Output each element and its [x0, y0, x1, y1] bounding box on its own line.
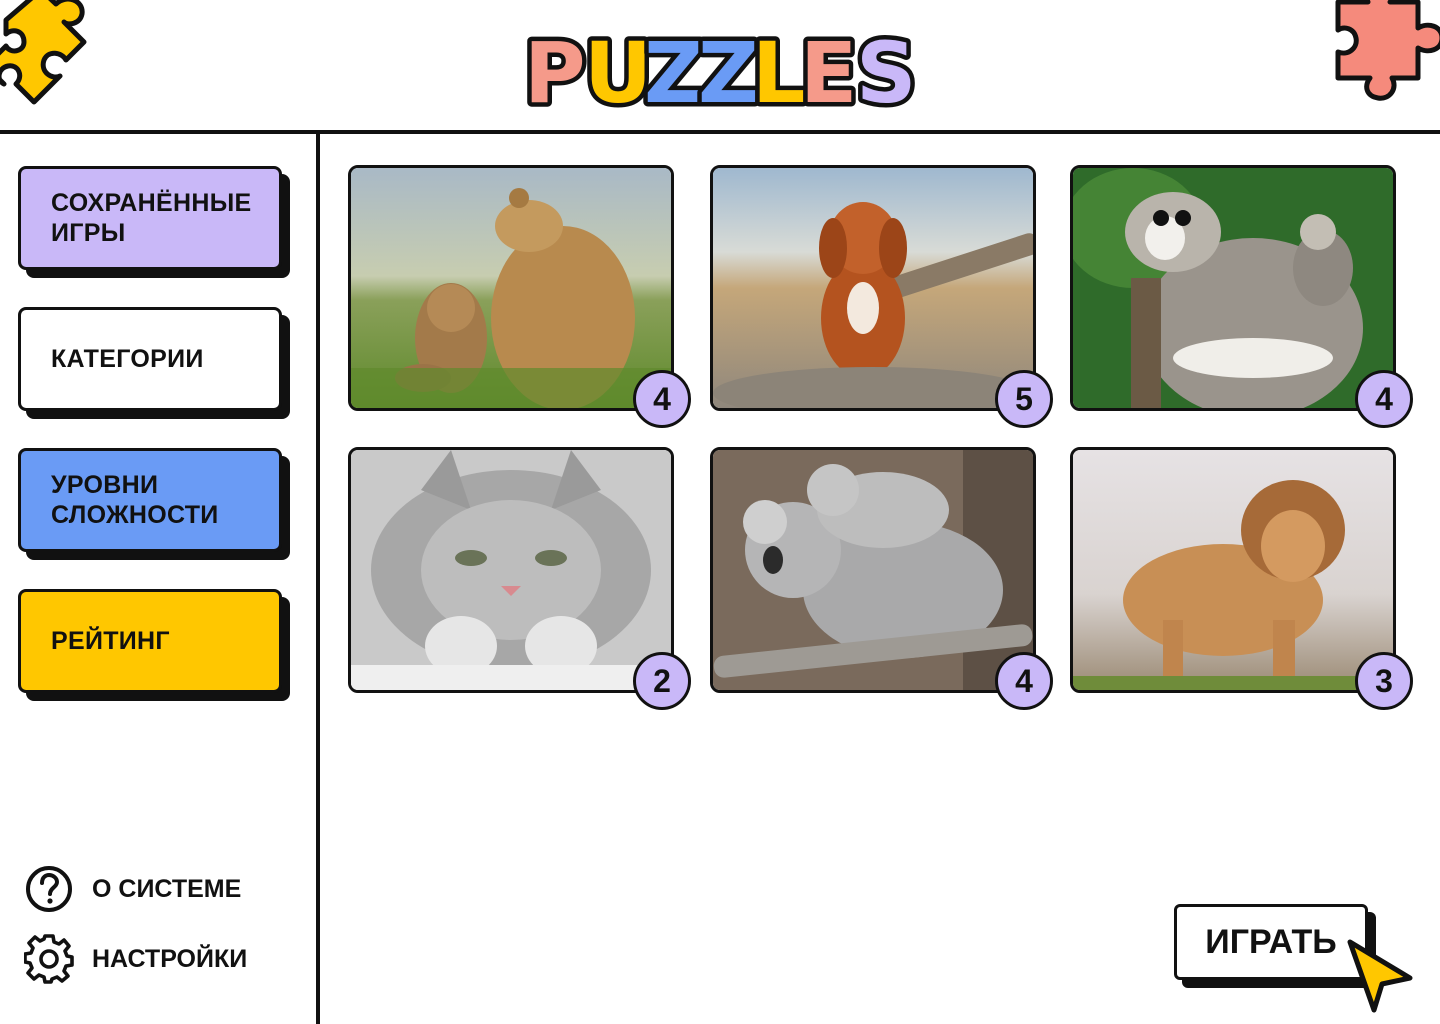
rating-badge: 2: [633, 652, 691, 710]
puzzle-card-cat[interactable]: 2: [348, 447, 691, 710]
svg-text:E: E: [800, 24, 857, 118]
difficulty-levels-button[interactable]: УРОВНИ СЛОЖНОСТИ: [18, 448, 282, 552]
play-button[interactable]: ИГРАТЬ: [1174, 904, 1368, 980]
puzzles-logo: P U Z Z L E S: [520, 18, 922, 127]
sidebar: СОХРАНЁННЫЕ ИГРЫ КАТЕГОРИИ УРОВНИ СЛОЖНО…: [0, 134, 320, 1024]
saved-games-button[interactable]: СОХРАНЁННЫЕ ИГРЫ: [18, 166, 282, 270]
gear-icon: [24, 934, 74, 984]
puzzle-card-lemur[interactable]: 4: [1070, 165, 1413, 428]
svg-text:P: P: [524, 24, 586, 118]
categories-label: КАТЕГОРИИ: [51, 345, 204, 373]
rating-button[interactable]: РЕЙТИНГ: [18, 589, 282, 693]
saved-games-label: СОХРАНЁННЫЕ ИГРЫ: [51, 189, 252, 247]
puzzle-card-bear[interactable]: 4: [348, 165, 691, 428]
play-label: ИГРАТЬ: [1205, 922, 1337, 961]
svg-text:Z: Z: [644, 24, 705, 118]
svg-text:S: S: [856, 24, 917, 118]
rating-badge: 5: [995, 370, 1053, 428]
puzzle-card-koala[interactable]: 4: [710, 447, 1053, 710]
svg-text:L: L: [752, 24, 806, 118]
svg-text:Z: Z: [698, 24, 759, 118]
about-system-link[interactable]: О СИСТЕМЕ: [24, 864, 241, 914]
rating-label: РЕЙТИНГ: [51, 627, 170, 655]
header: P U Z Z L E S: [0, 0, 1440, 134]
rating-badge: 4: [633, 370, 691, 428]
help-icon: [26, 866, 72, 912]
difficulty-levels-label: УРОВНИ СЛОЖНОСТИ: [51, 471, 219, 529]
lion-image: [1073, 450, 1393, 690]
lemur-image: [1073, 168, 1393, 408]
rating-badge: 3: [1355, 652, 1413, 710]
puzzle-card-dog[interactable]: 5: [710, 165, 1053, 428]
settings-label: НАСТРОЙКИ: [92, 944, 248, 973]
puzzle-piece-icon: [1310, 0, 1440, 102]
bear-image: [351, 168, 671, 408]
puzzle-piece-icon: [0, 0, 116, 110]
cursor-arrow-icon: [1347, 939, 1413, 1013]
cat-image: [351, 450, 671, 690]
koala-image: [713, 450, 1033, 690]
rating-badge: 4: [995, 652, 1053, 710]
svg-text:U: U: [584, 24, 652, 118]
rating-badge: 4: [1355, 370, 1413, 428]
settings-link[interactable]: НАСТРОЙКИ: [24, 934, 247, 984]
puzzle-card-lion[interactable]: 3: [1070, 447, 1413, 710]
about-system-label: О СИСТЕМЕ: [92, 874, 242, 903]
dog-image: [713, 168, 1033, 408]
categories-button[interactable]: КАТЕГОРИИ: [18, 307, 282, 411]
